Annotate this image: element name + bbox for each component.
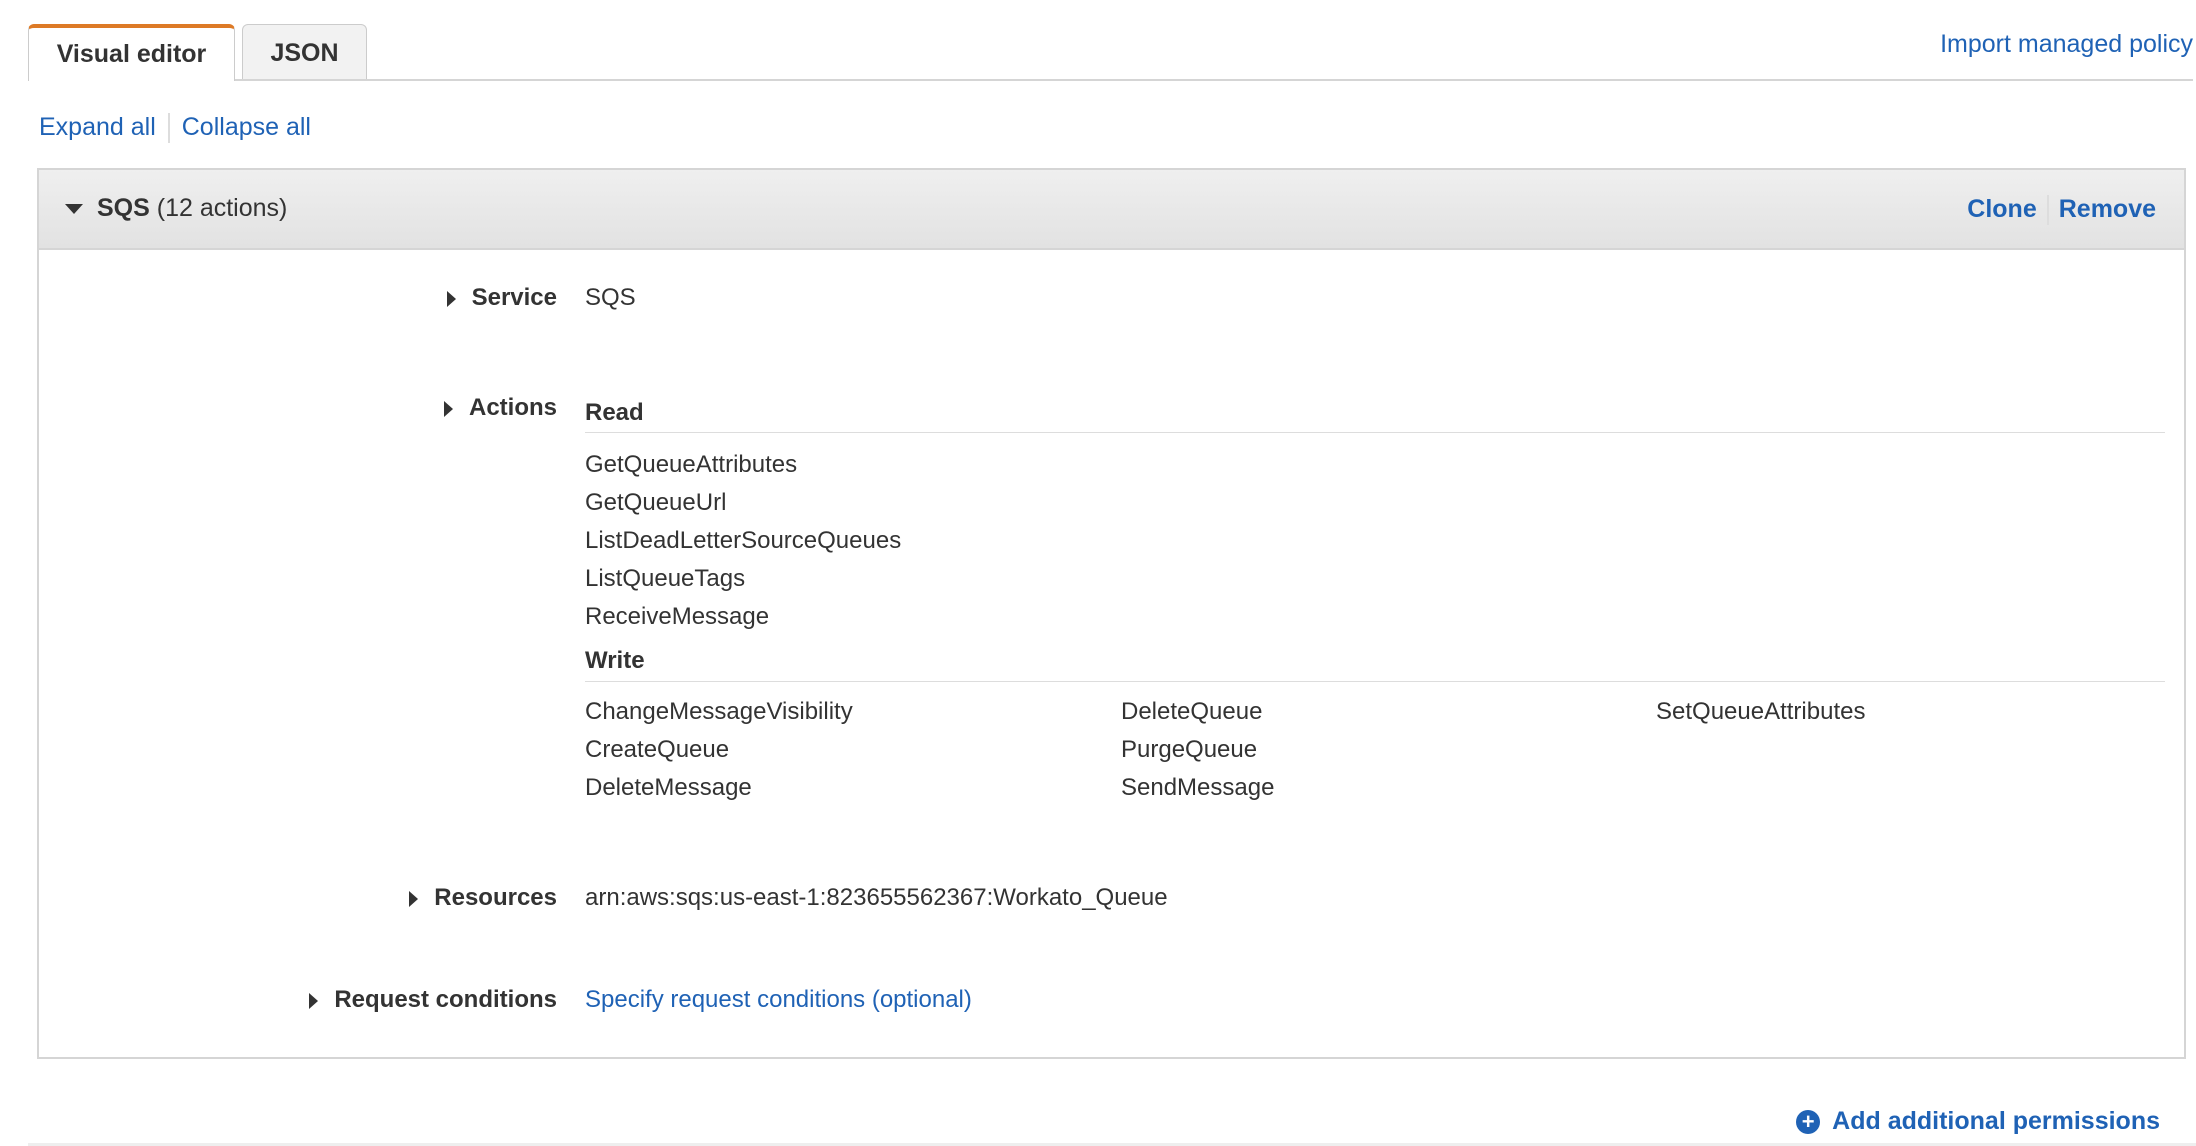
resources-toggle[interactable]: Resources bbox=[409, 884, 557, 912]
divider bbox=[585, 681, 2165, 682]
service-toggle[interactable]: Service bbox=[446, 284, 557, 312]
write-heading: Write bbox=[585, 647, 645, 674]
action-item: DeleteQueue bbox=[1121, 698, 1263, 725]
divider bbox=[167, 113, 170, 144]
action-item: DeleteMessage bbox=[585, 774, 752, 801]
action-count: (12 actions) bbox=[156, 194, 288, 222]
action-item: ListQueueTags bbox=[585, 565, 746, 592]
permission-statement-panel: SQS (12 actions) Clone Remove bbox=[37, 168, 2186, 1059]
import-managed-policy-link[interactable]: Import managed policy bbox=[1940, 30, 2193, 59]
action-item: SendMessage bbox=[1121, 774, 1275, 801]
add-additional-permissions-button[interactable]: + Add additional permissions bbox=[1796, 1107, 2160, 1136]
write-actions-col-2: DeleteQueue PurgeQueue SendMessage bbox=[1121, 693, 1274, 807]
action-item: ListDeadLetterSourceQueues bbox=[585, 527, 902, 554]
statement-actions: Clone Remove bbox=[1967, 195, 2156, 226]
read-heading: Read bbox=[585, 399, 644, 426]
tab-divider bbox=[28, 79, 2193, 81]
statement-title[interactable]: SQS (12 actions) bbox=[65, 194, 287, 223]
action-item: CreateQueue bbox=[585, 736, 730, 763]
write-actions-col-3: SetQueueAttributes bbox=[1656, 693, 1865, 731]
action-item: SetQueueAttributes bbox=[1656, 698, 1866, 725]
action-item: ReceiveMessage bbox=[585, 603, 770, 630]
tab-json[interactable]: JSON bbox=[242, 24, 367, 81]
caret-right-icon bbox=[409, 890, 419, 907]
action-item: GetQueueUrl bbox=[585, 489, 727, 516]
action-item: ChangeMessageVisibility bbox=[585, 698, 853, 725]
divider bbox=[585, 432, 2165, 433]
statement-header[interactable]: SQS (12 actions) Clone Remove bbox=[39, 170, 2184, 250]
specify-request-conditions-link[interactable]: Specify request conditions (optional) bbox=[585, 986, 972, 1014]
action-item: GetQueueAttributes bbox=[585, 451, 798, 478]
write-actions-col-1: ChangeMessageVisibility CreateQueue Dele… bbox=[585, 693, 853, 807]
request-conditions-label: Request conditions bbox=[334, 986, 557, 1013]
plus-circle-icon: + bbox=[1796, 1109, 1821, 1134]
add-permissions-label: Add additional permissions bbox=[1832, 1107, 2160, 1135]
remove-button[interactable]: Remove bbox=[2059, 195, 2156, 223]
read-actions-list: GetQueueAttributes GetQueueUrl ListDeadL… bbox=[585, 446, 901, 636]
divider bbox=[2046, 195, 2049, 226]
caret-right-icon bbox=[443, 400, 453, 417]
caret-right-icon bbox=[309, 992, 319, 1009]
request-conditions-toggle[interactable]: Request conditions bbox=[309, 986, 557, 1014]
actions-label: Actions bbox=[468, 394, 557, 421]
action-item: PurgeQueue bbox=[1121, 736, 1258, 763]
service-value: SQS bbox=[585, 284, 636, 311]
clone-button[interactable]: Clone bbox=[1967, 195, 2036, 223]
resources-label: Resources bbox=[434, 884, 557, 911]
service-name: SQS bbox=[97, 194, 150, 222]
expand-all-link[interactable]: Expand all bbox=[39, 113, 156, 141]
caret-down-icon bbox=[65, 204, 83, 215]
caret-right-icon bbox=[446, 290, 456, 307]
actions-toggle[interactable]: Actions bbox=[443, 394, 557, 422]
service-label: Service bbox=[471, 284, 557, 311]
tab-visual-editor[interactable]: Visual editor bbox=[28, 24, 235, 81]
resources-value: arn:aws:sqs:us-east-1:823655562367:Worka… bbox=[585, 884, 1168, 911]
collapse-all-link[interactable]: Collapse all bbox=[182, 113, 311, 141]
expand-collapse-controls: Expand all Collapse all bbox=[39, 113, 311, 144]
